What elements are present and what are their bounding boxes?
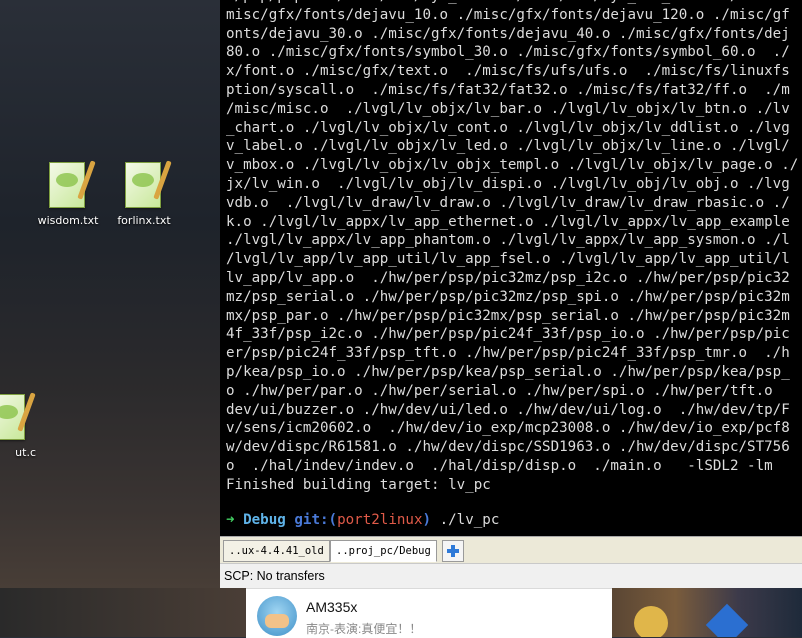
terminal-line: misc/gfx/fonts/dejavu_10.o ./misc/gfx/fo… (226, 6, 790, 23)
terminal-line: /misc/misc.o ./lvgl/lv_objx/lv_bar.o ./l… (226, 100, 790, 117)
prompt-git: git:( (294, 512, 338, 528)
desktop-file-label: ut.c (15, 446, 36, 459)
desktop-file-wisdom[interactable]: wisdom.txt (32, 160, 104, 227)
terminal-line: c/psp/psp.o ./misc/mem/lyn_mem.o ./misc/… (226, 0, 798, 6)
desktop-file-label: forlinx.txt (117, 214, 171, 227)
notification-title: AM335x (306, 599, 358, 615)
terminal-lines: c/psp/psp.o ./misc/mem/lyn_mem.o ./misc/… (226, 0, 798, 495)
status-bar: SCP: No transfers (220, 563, 802, 588)
prompt-arrow-icon: ➜ (226, 512, 235, 528)
prompt-dir: Debug (243, 512, 286, 528)
tab-session-1[interactable]: ..ux-4.4.41_old (223, 540, 330, 562)
taskbar-background-right (612, 588, 802, 637)
terminal-line: v_label.o ./lvgl/lv_objx/lv_led.o ./lvgl… (226, 138, 790, 155)
terminal-line: w/dev/dispc/R61581.o ./hw/dev/dispc/SSD1… (226, 439, 790, 456)
desktop-file-forlinx[interactable]: forlinx.txt (108, 160, 180, 227)
contact-avatar (257, 596, 297, 636)
terminal-line: onts/dejavu_30.o ./misc/gfx/fonts/dejavu… (226, 25, 790, 42)
prompt-close: ) (422, 512, 432, 528)
notepad-file-icon (121, 160, 172, 208)
terminal-line: mz/psp_serial.o ./hw/per/psp/pic32mz/psp… (226, 288, 790, 305)
terminal-line: o ./hw/per/par.o ./hw/per/serial.o ./hw/… (226, 382, 782, 399)
desktop-file-partial[interactable]: ut.c (0, 392, 44, 459)
status-text: SCP: No transfers (224, 569, 325, 583)
terminal-line: x/font.o ./misc/gfx/text.o ./misc/fs/ufs… (226, 63, 790, 80)
terminal-line: 80.o ./misc/gfx/fonts/symbol_30.o ./misc… (226, 44, 790, 61)
prompt-command: ./lv_pc (439, 512, 500, 528)
chat-notification[interactable]: AM335x 南京-表演:真便宜！！ (246, 588, 612, 638)
desktop-file-label: wisdom.txt (37, 214, 99, 227)
prompt-branch: port2linux (337, 512, 423, 528)
terminal-line: lv_app/lv_app.o ./hw/per/psp/pic32mz/psp… (226, 269, 790, 286)
terminal-line: jx/lv_win.o ./lvgl/lv_obj/lv_dispi.o ./l… (226, 175, 790, 192)
terminal-line: ption/syscall.o ./misc/fs/fat32/fat32.o … (226, 81, 790, 98)
terminal-line: v_mbox.o ./lvgl/lv_objx/lv_objx_templ.o … (226, 157, 799, 174)
terminal-line: Finished building target: lv_pc (226, 476, 491, 493)
terminal-line: o ./hal/indev/indev.o ./hal/disp/disp.o … (226, 457, 773, 474)
notepad-file-icon (0, 392, 36, 440)
terminal-line: mx/psp_par.o ./hw/per/psp/pic32mx/psp_se… (226, 307, 790, 324)
add-tab-plus-icon[interactable] (442, 540, 464, 562)
taskbar-background-left (0, 588, 246, 637)
terminal-line: vdb.o ./lvgl/lv_draw/lv_draw.o ./lvgl/lv… (226, 194, 790, 211)
terminal-line: p/kea/psp_io.o ./hw/per/psp/kea/psp_seri… (226, 363, 790, 380)
tab-session-2[interactable]: ..proj_pc/Debug (330, 540, 437, 562)
terminal-line: ./lvgl/lv_appx/lv_app_phantom.o ./lvgl/l… (226, 232, 790, 249)
terminal-line: /lvgl/lv_app/lv_app_util/lv_app_fsel.o .… (226, 251, 790, 268)
session-tab-bar: ..ux-4.4.41_old ..proj_pc/Debug (220, 536, 802, 564)
notepad-file-icon (45, 160, 96, 208)
notification-subtitle: 南京-表演:真便宜！！ (306, 622, 422, 636)
terminal-line: _chart.o ./lvgl/lv_objx/lv_cont.o ./lvgl… (226, 119, 790, 136)
terminal-line: dev/ui/buzzer.o ./hw/dev/ui/led.o ./hw/d… (226, 401, 790, 418)
terminal-output[interactable]: c/psp/psp.o ./misc/mem/lyn_mem.o ./misc/… (220, 0, 802, 536)
terminal-prompt: ➜ Debug git:(port2linux) ./lv_pc (226, 511, 499, 530)
terminal-line: k.o ./lvgl/lv_appx/lv_app_ethernet.o ./l… (226, 213, 790, 230)
terminal-line: v/sens/icm20602.o ./hw/dev/io_exp/mcp230… (226, 420, 790, 437)
terminal-line: er/psp/pic24f_33f/psp_tft.o ./hw/per/psp… (226, 345, 790, 362)
terminal-line: 4f_33f/psp_i2c.o ./hw/per/psp/pic24f_33f… (226, 326, 790, 343)
